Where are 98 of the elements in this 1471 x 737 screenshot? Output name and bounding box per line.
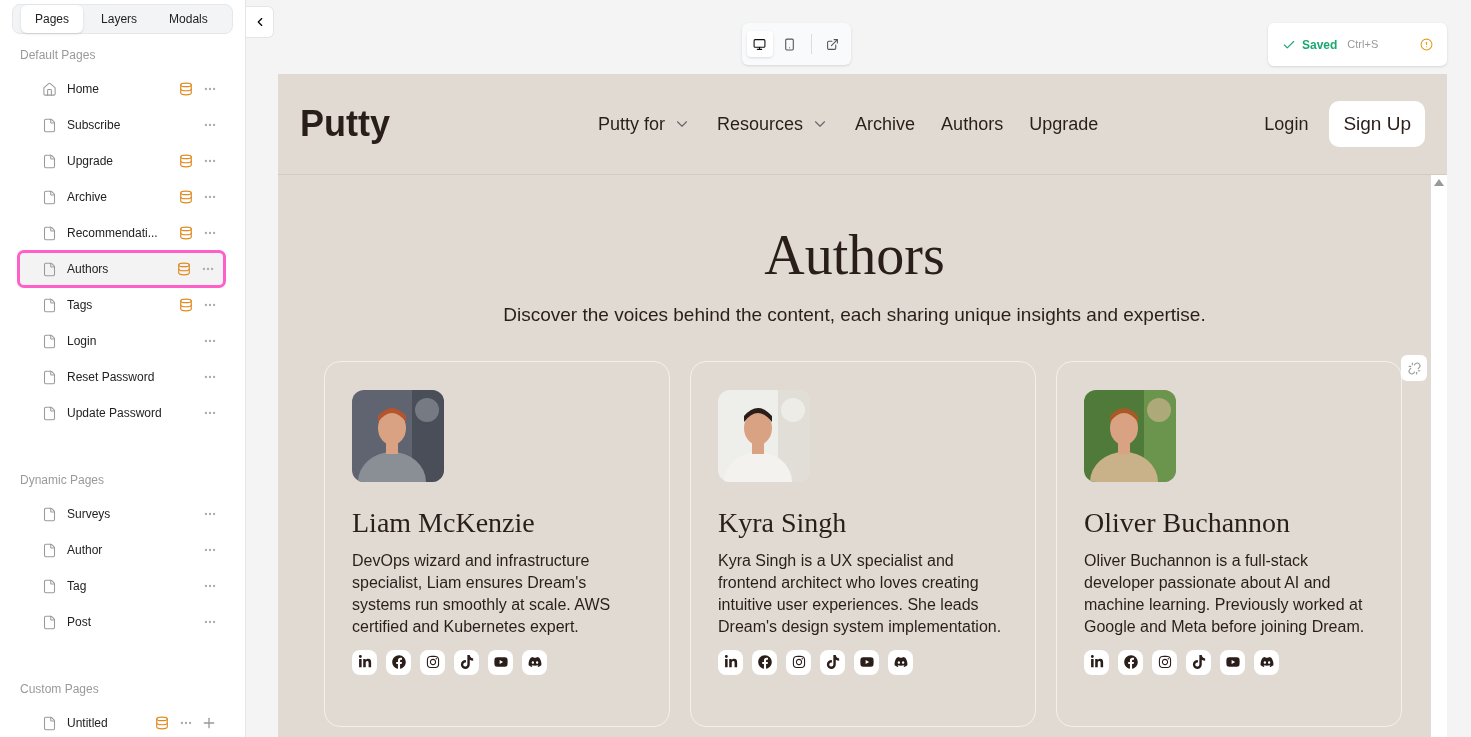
nav-label[interactable]: Putty for [598,110,666,138]
database-icon [179,154,193,168]
page-icon [42,297,57,313]
page-icon [42,261,57,277]
youtube-icon[interactable] [488,649,513,675]
page-icon [42,614,57,630]
external-link-icon [826,37,839,51]
nav-label[interactable]: Upgrade [1029,110,1099,138]
author-name: Kyra Singh [718,505,848,540]
page-label: Tag [67,578,88,595]
page-label: Update Password [67,405,163,422]
author-name: Liam McKenzie [352,505,536,540]
page-item[interactable]: Login [20,325,225,357]
page-icon [42,225,57,241]
nav-label[interactable]: Authors [941,110,1004,138]
page-heading: Authors [764,225,945,285]
site-logo[interactable]: Putty [300,97,390,151]
page-icon [42,405,57,421]
linkedin-icon[interactable] [718,649,743,675]
page-label: Recommendati... [67,225,159,242]
page-label: Untitled [67,715,109,732]
desktop-view-button[interactable] [746,31,773,57]
phone-icon [783,37,796,51]
page-item[interactable]: Tags [20,289,225,321]
tiktok-icon[interactable] [454,649,479,675]
nav-label[interactable]: Archive [855,110,916,138]
database-icon [179,226,193,240]
page-item[interactable]: Authors [20,253,223,285]
database-icon [177,262,191,276]
discord-icon[interactable] [522,649,547,675]
page-label: Post [67,614,92,631]
page-label: Author [67,542,104,559]
author-name: Oliver Buchannon [1084,505,1292,540]
page-icon [42,333,57,349]
page-label: Tags [67,297,94,314]
page-icon [42,578,57,594]
instagram-icon[interactable] [420,649,445,675]
page-label: Subscribe [67,117,122,134]
page-item[interactable]: Reset Password [20,361,225,393]
page-icon [42,506,57,522]
page-icon [42,117,57,133]
page-label: Surveys [67,506,112,523]
page-icon [42,189,57,205]
page-icon [42,369,57,385]
tab[interactable]: Modals [155,5,222,33]
linkedin-icon[interactable] [1084,649,1109,675]
youtube-icon[interactable] [854,649,879,675]
database-icon [155,716,169,730]
page-item[interactable]: Recommendati... [20,217,225,249]
instagram-icon[interactable] [786,649,811,675]
page-item[interactable]: Subscribe [20,109,225,141]
page-subheading: Discover the voices behind the content, each sharing unique insights and expertise. [503,303,1206,327]
section-title: Default Pages [19,47,97,64]
database-icon [179,82,193,96]
tab[interactable]: Pages [21,5,84,33]
monitor-icon [753,37,766,51]
page-label: Upgrade [67,153,115,170]
page-icon [42,715,57,731]
author-bio: DevOps wizard and infrastructure specialist, Liam ensures Dream's systems run smoothly at scale. AWS certified and Kubernetes expert. [352,550,612,637]
section-title: Custom Pages [19,681,100,698]
page-item[interactable]: Upgrade [20,145,225,177]
author-bio: Oliver Buchannon is a full-stack developer passionate about AI and machine learning. Previously worked at Google and Meta before joining Dream. [1084,550,1366,637]
youtube-icon[interactable] [1220,649,1245,675]
database-icon [179,190,193,204]
tiktok-icon[interactable] [820,649,845,675]
page-item[interactable]: Home [20,73,225,105]
page-icon [42,542,57,558]
instagram-icon[interactable] [1152,649,1177,675]
discord-icon[interactable] [1254,649,1279,675]
author-bio: Kyra Singh is a UX specialist and frontend architect who loves creating intuitive user experiences. She leads Dream's design system implementation. [718,550,1003,637]
page-label: Login [67,333,98,350]
page-item[interactable]: Update Password [20,397,225,429]
nav-label[interactable]: Resources [717,110,804,138]
section-title: Dynamic Pages [19,472,106,489]
page-icon [42,153,57,169]
discord-icon[interactable] [888,649,913,675]
home-icon [42,81,57,97]
tiktok-icon[interactable] [1186,649,1211,675]
page-item[interactable]: Archive [20,181,225,213]
login-link[interactable]: Login [1264,110,1309,138]
page-label: Archive [67,189,108,206]
page-item[interactable]: Surveys [20,498,225,530]
unlink-icon [1407,361,1421,375]
page-item[interactable]: Tag [20,570,225,602]
page-label: Authors [67,261,110,278]
linkedin-icon[interactable] [352,649,377,675]
page-label: Home [67,81,100,98]
shortcut-label: Ctrl+S [1347,37,1380,53]
page-item[interactable]: Post [20,606,225,638]
page-item[interactable]: Author [20,534,225,566]
database-icon [179,298,193,312]
saved-label: Saved [1302,36,1338,54]
facebook-icon[interactable] [752,649,777,675]
facebook-icon[interactable] [386,649,411,675]
tab[interactable]: Layers [87,5,152,33]
sign-up-button[interactable]: Sign Up [1329,101,1425,147]
page-label: Reset Password [67,369,156,386]
facebook-icon[interactable] [1118,649,1143,675]
